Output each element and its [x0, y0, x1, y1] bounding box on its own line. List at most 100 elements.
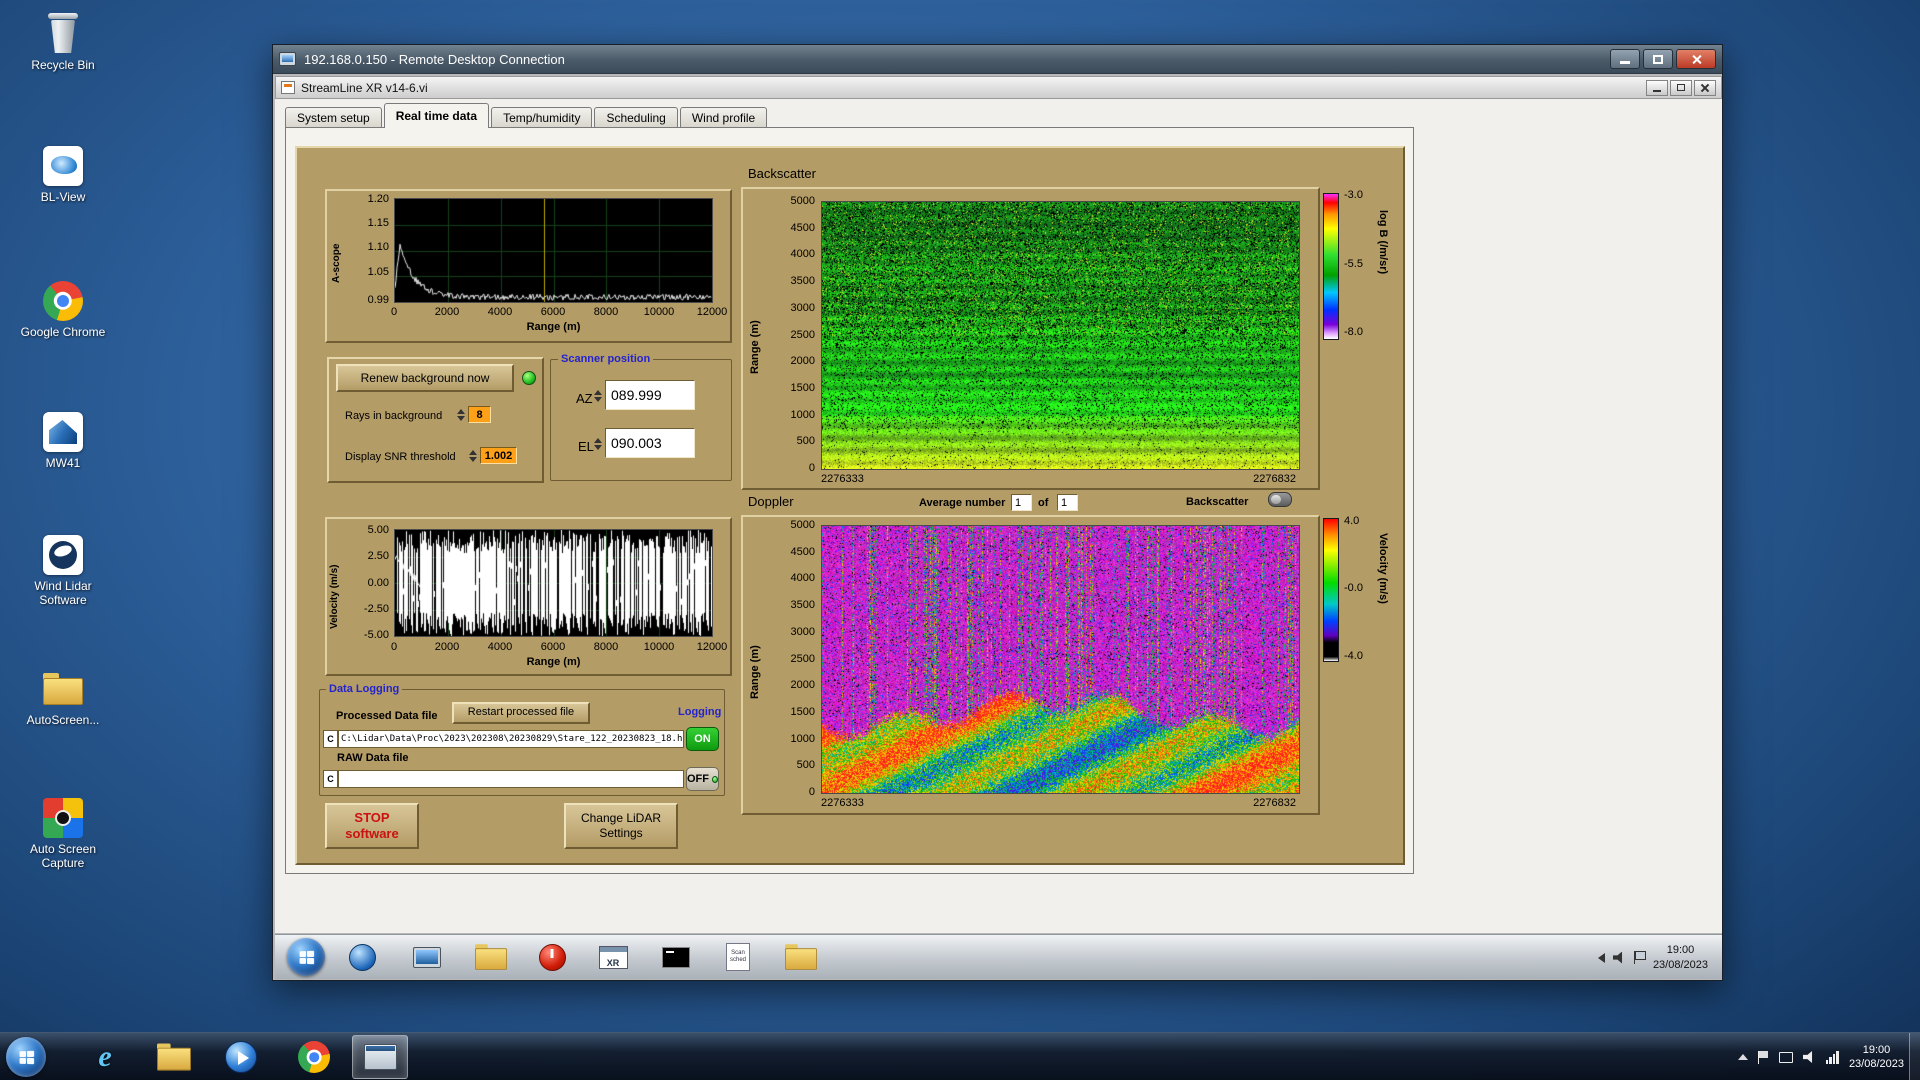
x-tick: 12000	[697, 641, 728, 653]
session-taskbar-console-app[interactable]	[656, 937, 696, 977]
el-value-field[interactable]: 090.003	[605, 428, 695, 458]
taskbar-remote-desktop-active[interactable]	[352, 1035, 408, 1079]
y-tick: 1.05	[345, 266, 389, 278]
velocity-y-axis-label: Velocity (m/s)	[329, 539, 340, 629]
renew-background-button[interactable]: Renew background now	[336, 364, 514, 392]
folder-icon	[39, 667, 87, 711]
session-tray: 19:00 23/08/2023	[1598, 935, 1708, 980]
tab-temp-humidity[interactable]: Temp/humidity	[491, 107, 592, 128]
az-spinner[interactable]	[592, 382, 603, 410]
x-tick: 0	[391, 306, 397, 318]
x-start-tick: 2276333	[821, 797, 864, 809]
tab-wind-profile[interactable]: Wind profile	[680, 107, 767, 128]
y-tick: 2500	[771, 653, 815, 665]
y-tick: 1.10	[345, 241, 389, 253]
processed-drive-selector[interactable]: C	[323, 730, 338, 748]
y-tick: 5.00	[341, 524, 389, 536]
backscatter-plot	[821, 201, 1300, 470]
close-button[interactable]	[1676, 49, 1716, 69]
session-taskbar-xr-app[interactable]: XR	[593, 937, 633, 977]
average-total-field[interactable]: 1	[1057, 494, 1078, 511]
stop-software-button[interactable]: STOP software	[325, 803, 419, 849]
taskbar-chrome[interactable]	[286, 1035, 342, 1079]
app-titlebar[interactable]: StreamLine XR v14-6.vi	[275, 76, 1722, 99]
session-taskbar-network-app[interactable]	[342, 937, 382, 977]
raw-logging-toggle[interactable]: OFF	[686, 767, 719, 791]
snr-value-field[interactable]: 1.002	[480, 447, 517, 464]
change-lidar-settings-button[interactable]: Change LiDAR Settings	[564, 803, 678, 849]
average-number-field[interactable]: 1	[1011, 494, 1032, 511]
toggle-led	[712, 776, 718, 783]
x-tick: 8000	[594, 306, 618, 318]
network-icon[interactable]	[1826, 1051, 1839, 1064]
y-tick: 1.20	[345, 193, 389, 205]
y-tick: -5.00	[341, 629, 389, 641]
x-tick: 2000	[435, 641, 459, 653]
colorbar-tick: 4.0	[1344, 515, 1374, 527]
processed-file-path-field[interactable]: C:\Lidar\Data\Proc\2023\202308\20230829\…	[338, 730, 684, 748]
volume-icon[interactable]	[1803, 1051, 1816, 1063]
system-tray: 19:00 23/08/2023	[1738, 1033, 1908, 1080]
session-taskbar-scan-sched-app[interactable]: Scan sched	[718, 937, 758, 977]
y-tick: 4000	[771, 572, 815, 584]
action-center-flag-icon[interactable]	[1634, 951, 1645, 964]
desktop-icon-mw41[interactable]: MW41	[8, 410, 118, 471]
raw-drive-selector[interactable]: C	[323, 770, 338, 788]
maximize-button[interactable]	[1643, 49, 1673, 69]
desktop-icon-auto-screen-capture[interactable]: Auto Screen Capture	[8, 796, 118, 871]
volume-icon[interactable]	[1613, 952, 1626, 964]
action-center-flag-icon[interactable]	[1758, 1051, 1769, 1064]
rays-value-field[interactable]: 8	[468, 406, 491, 423]
desktop-icon-wind-lidar[interactable]: Wind Lidar Software	[8, 533, 118, 608]
show-hidden-icons-icon[interactable]	[1738, 1054, 1748, 1060]
velocity-canvas	[395, 530, 712, 636]
desktop-icon-google-chrome[interactable]: Google Chrome	[8, 279, 118, 340]
taskbar-media-player[interactable]	[213, 1035, 269, 1079]
rdp-title: 192.168.0.150 - Remote Desktop Connectio…	[304, 52, 565, 67]
el-spinner[interactable]	[592, 430, 603, 458]
minimize-button[interactable]	[1610, 49, 1640, 69]
session-clock[interactable]: 19:00 23/08/2023	[1653, 943, 1708, 972]
session-taskbar-stop-app[interactable]	[532, 937, 572, 977]
y-tick: 3000	[771, 302, 815, 314]
desktop-icon-bl-view[interactable]: BL-View	[8, 144, 118, 205]
desktop-icon-autoscreen-folder[interactable]: AutoScreen...	[8, 667, 118, 728]
session-taskbar-explorer-app[interactable]	[781, 937, 821, 977]
desktop-icon-label: AutoScreen...	[27, 714, 100, 728]
backscatter-doppler-toggle[interactable]	[1268, 492, 1292, 507]
tab-system-setup[interactable]: System setup	[285, 107, 382, 128]
x-tick: 6000	[541, 306, 565, 318]
app-close-button[interactable]	[1694, 80, 1716, 96]
snr-spinner[interactable]	[468, 447, 478, 464]
tab-scheduling[interactable]: Scheduling	[594, 107, 677, 128]
desktop-icon-label: MW41	[46, 457, 81, 471]
show-desktop-button[interactable]	[1909, 1033, 1920, 1080]
average-number-label: Average number	[919, 497, 1005, 509]
taskbar-clock[interactable]: 19:00 23/08/2023	[1849, 1043, 1904, 1072]
raw-file-path-field[interactable]	[338, 770, 684, 788]
x-tick: 4000	[488, 306, 512, 318]
rdp-titlebar[interactable]: 192.168.0.150 - Remote Desktop Connectio…	[273, 45, 1722, 74]
az-value-field[interactable]: 089.999	[605, 380, 695, 410]
desktop-icon-label: Recycle Bin	[31, 59, 94, 73]
app-minimize-button[interactable]	[1646, 80, 1668, 96]
y-tick: 4000	[771, 248, 815, 260]
taskbar-internet-explorer[interactable]: e	[77, 1035, 133, 1079]
session-start-button[interactable]	[287, 938, 325, 976]
restart-processed-file-button[interactable]: Restart processed file	[452, 702, 590, 724]
app-restore-button[interactable]	[1670, 80, 1692, 96]
tab-real-time-data[interactable]: Real time data	[384, 103, 489, 128]
rays-spinner[interactable]	[456, 406, 466, 423]
session-taskbar-folder-app[interactable]	[471, 937, 511, 977]
explorer-folder-icon	[157, 1043, 191, 1071]
x-tick: 8000	[594, 641, 618, 653]
start-button[interactable]	[6, 1037, 46, 1077]
display-icon[interactable]	[1779, 1052, 1793, 1063]
desktop-icon-recycle-bin[interactable]: Recycle Bin	[8, 12, 118, 73]
hidden-icons-arrow-icon[interactable]	[1598, 953, 1605, 963]
auto-screen-capture-icon	[39, 796, 87, 840]
session-taskbar-monitor-app[interactable]	[407, 937, 447, 977]
processed-logging-toggle[interactable]: ON	[686, 727, 719, 751]
taskbar-windows-explorer[interactable]	[146, 1035, 202, 1079]
x-tick: 0	[391, 641, 397, 653]
